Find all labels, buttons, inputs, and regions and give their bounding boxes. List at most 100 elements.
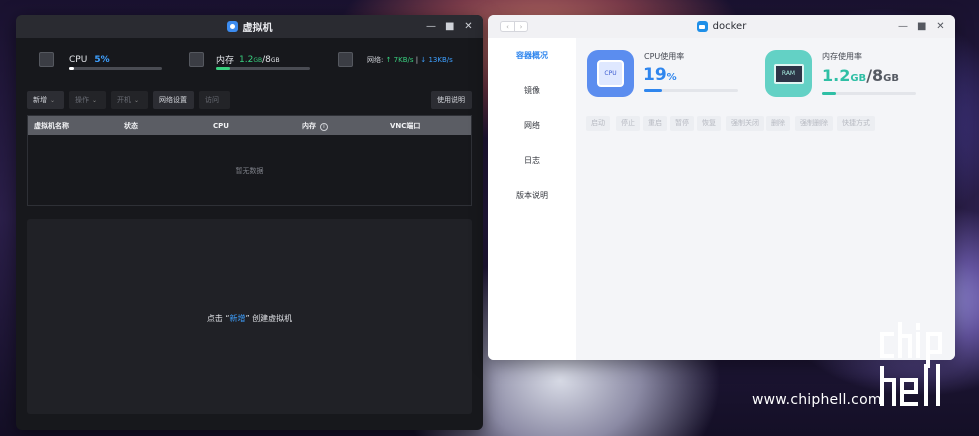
ram-icon: RAM: [773, 63, 804, 84]
sidebar-item-images[interactable]: 镜像: [488, 85, 576, 96]
pause-button[interactable]: 暂停: [670, 116, 694, 131]
col-cpu: CPU: [213, 121, 229, 130]
network-settings-button[interactable]: 网络设置: [153, 91, 194, 109]
mem-total-unit: GB: [270, 56, 280, 64]
mem-usage-total: 8: [872, 66, 884, 85]
sidebar-item-network[interactable]: 网络: [488, 120, 576, 131]
chiphell-logo: [880, 322, 942, 406]
col-vm-name: 虚拟机名称: [34, 121, 69, 130]
cpu-usage-unit: %: [666, 72, 677, 83]
cpu-progress-fill: [69, 67, 74, 70]
create-new-link[interactable]: 新增: [230, 314, 246, 323]
create-vm-hint: 点击 “新增” 创建虚拟机: [27, 313, 472, 324]
resume-button[interactable]: 恢复: [697, 116, 721, 131]
maximize-icon[interactable]: ■: [917, 21, 926, 32]
docker-window: ‹ › docker — ■ ✕ 容器概况 镜像 网络 日志 版本说明 CPU …: [488, 15, 955, 360]
mem-usage-used-unit: GB: [850, 73, 867, 84]
close-icon[interactable]: ✕: [936, 21, 945, 32]
col-mem: 内存 i: [302, 121, 328, 131]
vm-table: 虚拟机名称 状态 CPU 内存 i VNC端口 暂无数据: [27, 115, 472, 206]
docker-title-text: docker: [712, 21, 747, 32]
col-mem-label: 内存: [302, 121, 316, 130]
visit-button[interactable]: 访问: [199, 91, 230, 109]
docker-titlebar[interactable]: ‹ › docker — ■ ✕: [488, 15, 955, 38]
vm-toolbar: 新增 ⌄ 操作 ⌄ 开机 ⌄ 网络设置 访问 使用说明: [27, 91, 472, 109]
network-icon: [338, 52, 353, 67]
mem-usage-total-unit: GB: [883, 73, 900, 84]
cpu-usage-number: 19: [643, 65, 667, 85]
ops-button-label: 操作: [75, 96, 89, 104]
cpu-stat-value: 5%: [94, 54, 110, 65]
mem-stat: 内存 1.2GB/8GB: [189, 52, 280, 67]
mem-usage-bar: [822, 92, 916, 95]
vm-app-icon: [226, 21, 238, 32]
mem-usage-value: 1.2GB/8GB: [822, 66, 899, 85]
net-down-value: ↓ 13KB/s: [420, 55, 453, 64]
stop-button[interactable]: 停止: [616, 116, 640, 131]
mem-used-unit: GB: [253, 56, 263, 64]
cpu-usage-icon: CPU: [587, 50, 634, 97]
watermark-site: www.chiphell.com: [752, 392, 882, 408]
vm-create-area: 点击 “新增” 创建虚拟机: [27, 219, 472, 414]
vm-stats-bar: CPU 5% 内存 1.2GB/8GB 网络: ↑ 7KB/s | ↓ 13KB…: [16, 38, 483, 82]
net-label: 网络:: [367, 55, 384, 64]
sidebar-item-overview[interactable]: 容器概况: [488, 50, 576, 61]
cpu-usage-label: CPU使用率: [644, 52, 685, 61]
maximize-icon[interactable]: ■: [445, 21, 454, 32]
mem-progress-fill: [216, 67, 231, 70]
create-hint-prefix: 点击 “: [206, 314, 230, 323]
vm-table-header: 虚拟机名称 状态 CPU 内存 i VNC端口: [28, 116, 471, 135]
power-button-label: 开机: [117, 96, 131, 104]
cpu-usage-value: 19%: [643, 65, 677, 85]
ram-icon: [189, 52, 204, 67]
minimize-icon[interactable]: —: [898, 21, 908, 32]
delete-button[interactable]: 删除: [766, 116, 790, 131]
cpu-stat: CPU 5%: [39, 52, 110, 67]
docker-window-title: docker: [696, 21, 747, 32]
mem-stat-label: 内存: [216, 56, 235, 66]
chevron-down-icon: ⌄: [134, 97, 140, 104]
cpu-chip-icon: CPU: [597, 60, 624, 87]
col-status: 状态: [124, 121, 138, 130]
net-up-value: ↑ 7KB/s: [385, 55, 414, 64]
mem-usage-label: 内存使用率: [822, 52, 862, 61]
vm-titlebar[interactable]: 虚拟机 — ■ ✕: [16, 15, 483, 38]
shortcut-button[interactable]: 快捷方式: [837, 116, 875, 131]
mem-usage-used: 1.2: [822, 66, 851, 85]
sidebar-item-release-notes[interactable]: 版本说明: [488, 190, 576, 201]
create-hint-suffix: ” 创建虚拟机: [245, 314, 293, 323]
docker-main: CPU CPU使用率 19% RAM 内存使用率 1.2GB/8GB 启动 停止…: [576, 38, 955, 360]
info-icon[interactable]: i: [320, 122, 328, 131]
close-icon[interactable]: ✕: [464, 21, 473, 32]
start-button[interactable]: 启动: [586, 116, 610, 131]
back-arrow-icon[interactable]: ‹: [500, 21, 514, 32]
chevron-down-icon: ⌄: [92, 97, 98, 104]
help-button[interactable]: 使用说明: [431, 91, 472, 109]
force-close-button[interactable]: 强制关闭: [726, 116, 764, 131]
vm-title-text: 虚拟机: [242, 23, 273, 34]
force-delete-button[interactable]: 强制删除: [795, 116, 833, 131]
mem-used: 1.2: [239, 54, 254, 65]
restart-button[interactable]: 重启: [643, 116, 667, 131]
docker-nav: ‹ ›: [500, 21, 528, 32]
ops-dropdown-button[interactable]: 操作 ⌄: [69, 91, 106, 109]
sidebar-item-logs[interactable]: 日志: [488, 155, 576, 166]
power-dropdown-button[interactable]: 开机 ⌄: [111, 91, 148, 109]
net-stat-text: 网络: ↑ 7KB/s | ↓ 13KB/s: [367, 55, 453, 65]
vm-window: 虚拟机 — ■ ✕ CPU 5% 内存 1.2GB/8GB 网络: ↑ 7KB/…: [16, 15, 483, 430]
cpu-chip-icon: [39, 52, 54, 67]
docker-sidebar: 容器概况 镜像 网络 日志 版本说明: [488, 38, 576, 360]
col-vnc: VNC端口: [390, 121, 421, 130]
mem-usage-icon: RAM: [765, 50, 812, 97]
chevron-down-icon: ⌄: [50, 97, 56, 104]
net-stat: 网络: ↑ 7KB/s | ↓ 13KB/s: [338, 52, 453, 67]
new-dropdown-button[interactable]: 新增 ⌄: [27, 91, 64, 109]
cpu-usage-bar: [644, 89, 738, 92]
docker-app-icon: [696, 21, 708, 32]
forward-arrow-icon[interactable]: ›: [514, 21, 528, 32]
mem-stat-value: 1.2GB/8GB: [239, 55, 280, 65]
mem-usage-fill: [822, 92, 837, 95]
cpu-usage-fill: [644, 89, 662, 92]
new-button-label: 新增: [33, 96, 47, 104]
minimize-icon[interactable]: —: [426, 21, 436, 32]
